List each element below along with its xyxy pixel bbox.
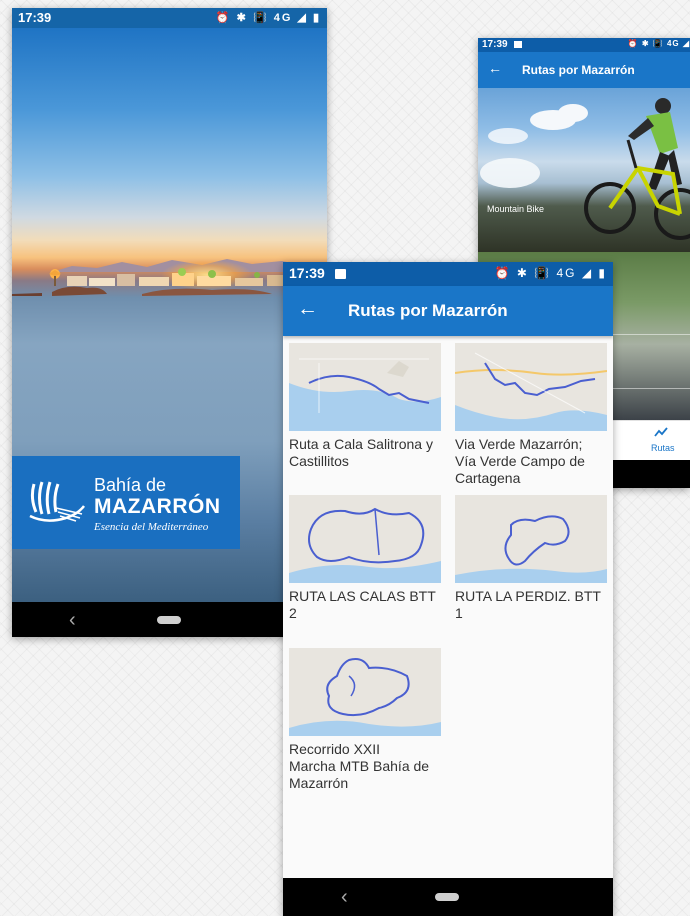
route-trend-icon[interactable] (654, 426, 668, 438)
system-nav-bar: ‹ (12, 602, 327, 637)
back-arrow-icon[interactable]: ← (297, 297, 318, 321)
route-item[interactable]: RUTA LAS CALAS BTT 2 (289, 495, 441, 622)
status-bar: 17:39 ⏰ ✱ 📳 4G ◢ (478, 38, 690, 52)
status-time: 17:39 (482, 39, 508, 50)
logo-tagline: Esencia del Mediterráneo (94, 521, 209, 533)
back-arrow-icon[interactable]: ← (488, 60, 502, 76)
routes-list-screen: 17:39 ⏰ ✱ 📳 4G ◢ ▮ ← Rutas por Mazarrón … (283, 262, 613, 916)
system-nav-bar: ‹ (283, 878, 613, 916)
cloud (480, 158, 540, 188)
logo-line1: Bahía de (94, 475, 167, 495)
route-item[interactable]: Ruta a Cala Salitrona y Castillitos (289, 343, 441, 470)
nav-home-button[interactable] (157, 616, 181, 624)
notification-icon (514, 41, 522, 48)
route-map-thumbnail (289, 648, 441, 736)
status-icons: ⏰ ✱ 📳 4G ◢ (627, 39, 690, 48)
route-item[interactable]: Via Verde Mazarrón; Vía Verde Campo de C… (455, 343, 607, 487)
route-map-thumbnail (455, 495, 607, 583)
route-map-thumbnail (289, 495, 441, 583)
cloud (488, 128, 528, 144)
status-icons: ⏰ ✱ 📳 4G ◢ ▮ (215, 12, 321, 24)
logo-line2: MAZARRÓN (94, 495, 221, 518)
sail-logo-icon (29, 481, 85, 522)
route-item[interactable]: RUTA LA PERDIZ. BTT 1 (455, 495, 607, 622)
route-name: Recorrido XXII Marcha MTB Bahía de Mazar… (289, 741, 430, 791)
app-bar: ← Rutas por Mazarrón (283, 286, 613, 336)
route-name: RUTA LAS CALAS BTT 2 (289, 588, 436, 621)
splash-screen: 17:39 ⏰ ✱ 📳 4G ◢ ▮ Bahía de MAZARRÓN Ese… (12, 8, 327, 637)
page-title: Rutas por Mazarrón (348, 301, 508, 320)
cyclist-image (584, 98, 690, 240)
nav-back-button[interactable]: ‹ (341, 887, 348, 907)
mountain-bike-card[interactable] (478, 88, 690, 269)
route-name: Via Verde Mazarrón; Vía Verde Campo de C… (455, 436, 585, 486)
bahia-mazarron-logo: Bahía de MAZARRÓN Esencia del Mediterrán… (12, 456, 240, 549)
notification-icon (335, 269, 346, 279)
route-name: Ruta a Cala Salitrona y Castillitos (289, 436, 433, 469)
status-bar: 17:39 ⏰ ✱ 📳 4G ◢ ▮ (12, 8, 327, 28)
nav-home-button[interactable] (435, 893, 459, 901)
nav-back-button[interactable]: ‹ (69, 610, 76, 630)
rocks-silhouette (12, 286, 272, 296)
status-bar: 17:39 ⏰ ✱ 📳 4G ◢ ▮ (283, 262, 613, 286)
card-label: Mountain Bike (487, 204, 545, 214)
status-time: 17:39 (18, 10, 52, 25)
route-map-thumbnail (289, 343, 441, 431)
route-map-thumbnail (455, 343, 607, 431)
app-bar: ← Rutas por Mazarrón (478, 52, 690, 88)
bay-photo: Bahía de MAZARRÓN Esencia del Mediterrán… (12, 28, 327, 602)
status-icons: ⏰ ✱ 📳 4G ◢ ▮ (494, 266, 607, 280)
route-item[interactable]: Recorrido XXII Marcha MTB Bahía de Mazar… (289, 648, 441, 792)
status-time: 17:39 (289, 265, 325, 281)
bottom-nav-rutas[interactable]: Rutas (651, 443, 675, 453)
page-title: Rutas por Mazarrón (522, 63, 635, 77)
route-name: RUTA LA PERDIZ. BTT 1 (455, 588, 601, 621)
